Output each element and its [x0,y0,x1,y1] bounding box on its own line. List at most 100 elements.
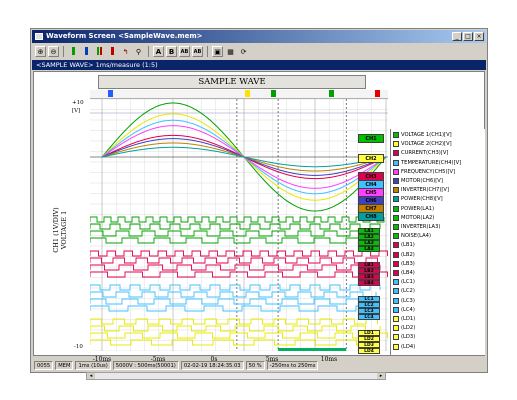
cursor-ruler[interactable] [90,90,388,99]
legend-swatch [393,168,399,175]
legend-label: INVERTER(LA3) [401,224,441,230]
legend-label: (LB2) [401,251,415,258]
legend-item[interactable]: (LC3) [393,297,415,305]
cursor-move-icon[interactable] [107,46,118,57]
legend-item[interactable]: (LB2) [393,251,415,259]
legend-swatch [393,132,399,138]
waveform-plot[interactable] [90,99,388,351]
legend-item[interactable]: (LD2) [393,324,415,332]
legend-item[interactable]: (LB4) [393,269,415,277]
legend-swatch [393,242,399,249]
channel-tag-ch1[interactable]: CH1 [358,134,384,143]
label-a-icon[interactable]: A [153,45,164,57]
logic-trace-11 [90,298,379,305]
channel-tag-ch2[interactable]: CH2 [358,154,384,163]
label-b-icon[interactable]: B [166,45,177,57]
y-axis-title: CH1 (1V/DIV) VOLTAGE 1 [52,200,68,260]
y-axis-title-line1: CH1 (1V/DIV) [52,207,60,253]
zoom-in-icon[interactable]: ⊕ [35,45,46,57]
logic-trace-7 [90,264,381,271]
legend-item[interactable]: INVERTER(LA3) [393,223,440,231]
legend-label: (LD3) [401,334,416,341]
legend-swatch [393,251,399,258]
toolbar: ⊕ ⊖ ↰ ⚲ A B AB AB ▣ ▦ ⟳ [33,44,485,58]
status-window: -250ms to 250ms [266,360,319,370]
legend-swatch [393,159,399,166]
cursor-marker-green-1[interactable] [271,90,276,97]
refresh-icon[interactable]: ⟳ [238,46,249,57]
legend-label: (LD4) [401,343,416,350]
legend-item[interactable]: INVERTER(CH7)[V] [393,186,449,194]
legend-item[interactable]: (LC1) [393,278,415,286]
logic-trace-15 [90,332,388,339]
y-unit-label: [V] [72,108,81,114]
legend-item[interactable]: (LD4) [393,343,415,351]
horizontal-scrollbar[interactable]: ◂ ▸ [86,372,386,380]
legend-item[interactable]: (LD3) [393,333,415,341]
window-title: Waveform Screen <SampleWave.mem> [46,32,203,40]
cursor-marker-red[interactable] [375,90,380,97]
legend-item[interactable]: FREQUENCY(CH5)[V] [393,168,455,176]
legend-item[interactable]: VOLTAGE 2(CH2)[V] [393,140,452,148]
zoom-out-icon[interactable]: ⊖ [48,45,59,57]
logic-tag-la4[interactable]: LA4 [358,246,380,252]
scroll-right-icon[interactable]: ▸ [377,373,385,379]
legend-item[interactable]: TEMPERATURE(CH4)[V] [393,159,461,167]
cursor-b-icon[interactable] [81,46,92,57]
legend-item[interactable]: (LB3) [393,260,415,268]
cursor-marker-blue[interactable] [108,90,113,97]
cursor-a-icon[interactable] [68,46,79,57]
search-icon[interactable]: ⚲ [133,46,144,57]
legend-item[interactable]: POWER(LA1) [393,205,434,213]
legend-swatch [393,224,399,230]
maximize-button[interactable]: □ [463,32,473,41]
status-sampling: 1ms (10us) [75,360,111,370]
minimize-button[interactable]: _ [452,32,462,41]
legend-swatch [393,150,399,157]
legend-swatch [393,214,399,221]
label-ab2-icon[interactable]: AB [192,45,203,57]
title-bar: Waveform Screen <SampleWave.mem> _ □ × [32,30,486,43]
legend-swatch [393,288,399,295]
legend-swatch [393,233,399,240]
legend-swatch [393,187,399,194]
legend-item[interactable]: MOTOR(LA2) [393,214,434,222]
info-bar: <SAMPLE WAVE> 1ms/measure (1:5) [32,60,486,70]
logic-tag-ld4[interactable]: LD4 [358,348,380,354]
legend-label: (LB3) [401,260,415,267]
legend-item[interactable]: (LD1) [393,315,415,323]
logic-trace-9 [90,284,381,291]
label-ab-icon[interactable]: AB [179,45,190,57]
legend-swatch [393,343,399,350]
legend-label: MOTOR(LA2) [401,214,435,221]
legend-swatch [393,316,399,322]
legend-item[interactable]: POWER(CH8)[V] [393,195,443,203]
legend-label: VOLTAGE 2(CH2)[V] [401,141,452,148]
logic-trace-1 [90,216,385,223]
y-axis-title-line2: VOLTAGE 1 [60,210,68,250]
cursor-marker-yellow[interactable] [245,90,250,97]
close-button[interactable]: × [474,32,484,41]
logic-trace-14 [90,325,381,332]
cursor-marker-green-2[interactable] [329,90,334,97]
logic-trace-8 [90,271,388,278]
grid-icon[interactable]: ▦ [225,46,236,57]
legend-item[interactable]: NOISE(LA4) [393,232,431,240]
scroll-left-icon[interactable]: ◂ [87,373,95,379]
legend-item[interactable]: VOLTAGE 1(CH1)[V] [393,131,452,139]
channel-tag-ch8[interactable]: CH8 [358,212,384,221]
legend-item[interactable]: CURRENT(CH3)[V] [393,149,448,157]
legend-item[interactable]: MOTOR(CH6)[V] [393,177,443,185]
display-icon[interactable]: ▣ [212,45,223,57]
legend-label: NOISE(LA4) [401,233,431,240]
logic-tag-lc4[interactable]: LC4 [358,314,380,320]
legend-item[interactable]: (LC2) [393,287,415,295]
marker-icon[interactable]: ↰ [120,46,131,57]
legend-label: (LD2) [401,325,416,332]
logic-tag-lb4[interactable]: LB4 [358,280,380,286]
legend-label: (LC2) [401,288,415,295]
legend-item[interactable]: (LC4) [393,306,415,314]
legend-label: (LB1) [401,242,415,249]
legend-item[interactable]: (LB1) [393,241,415,249]
cursor-both-icon[interactable] [94,46,105,57]
